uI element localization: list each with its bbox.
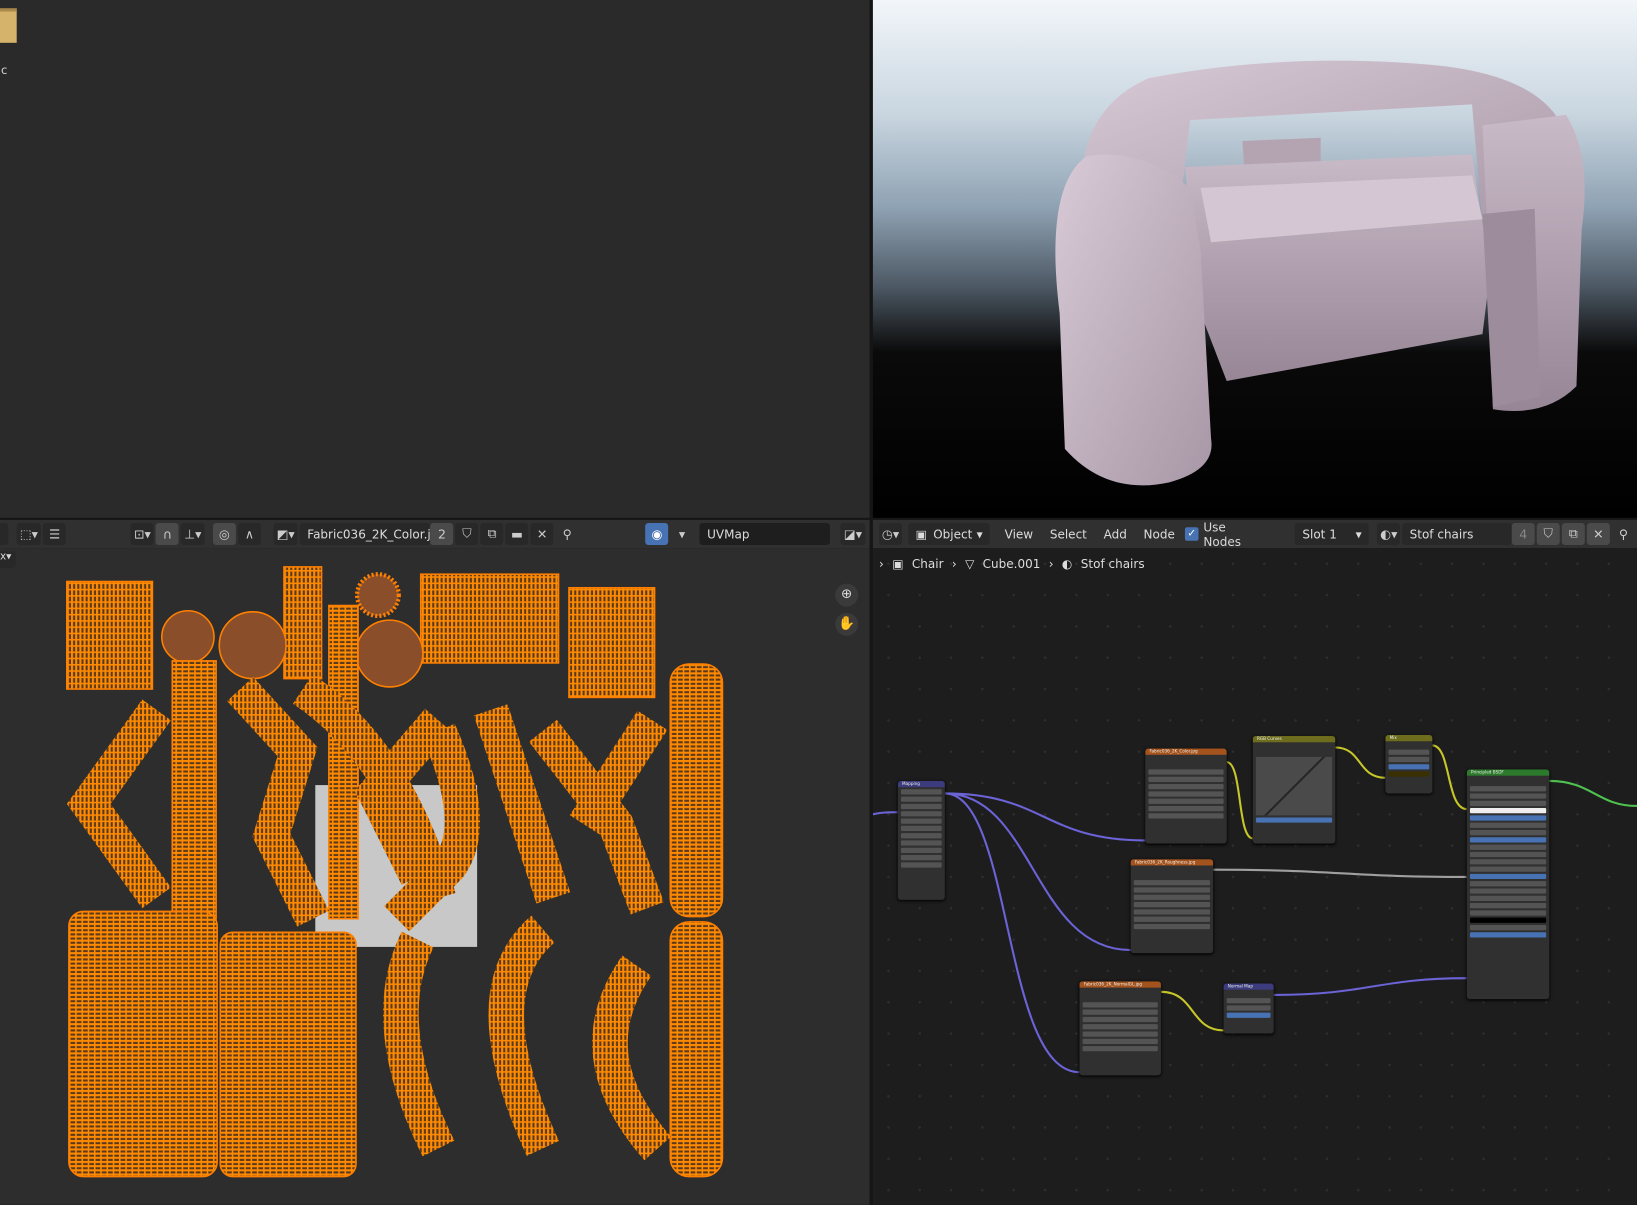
menu-add[interactable]: Add: [1095, 527, 1135, 542]
material-browse-button[interactable]: ◐▾: [1377, 523, 1401, 545]
display-mode-button[interactable]: ◪▾: [840, 523, 866, 545]
3d-viewport[interactable]: [872, 0, 1637, 518]
file-browser-area: c: [0, 0, 870, 518]
pivot-button[interactable]: ⊡▾: [130, 523, 154, 545]
node-normal-texture[interactable]: Fabric036_2K_NormalGL.jpg: [1079, 981, 1161, 1076]
fake-user-icon[interactable]: ⛉: [1536, 523, 1560, 545]
object-mode-dropdown[interactable]: ▣ Object ▾: [908, 523, 991, 545]
use-nodes-checkbox[interactable]: ✓: [1185, 527, 1199, 541]
image-name-field[interactable]: Fabric036_2K_Color.jpg: [299, 523, 446, 545]
open-folder-icon[interactable]: ▬: [505, 523, 529, 545]
uv-editor-canvas[interactable]: x▾ ⊕ ✋: [0, 548, 870, 1205]
object-icon: ▣: [915, 526, 927, 542]
use-nodes-label[interactable]: Use Nodes: [1203, 519, 1263, 548]
folder-icon[interactable]: [0, 8, 17, 43]
uv-sync-icon[interactable]: ◉: [645, 523, 669, 545]
close-icon[interactable]: ✕: [530, 523, 554, 545]
slot-dropdown[interactable]: Slot 1 ▾: [1295, 523, 1369, 545]
material-name-field[interactable]: Stof chairs: [1402, 523, 1512, 545]
new-image-icon[interactable]: ⧉: [480, 523, 504, 545]
node-normal-map[interactable]: Normal Map: [1223, 983, 1274, 1034]
menu-icon[interactable]: ☰: [43, 523, 67, 545]
uv-map-field[interactable]: UVMap: [699, 523, 831, 545]
hand-pan-icon[interactable]: ✋: [835, 612, 859, 636]
proportional-edit-icon[interactable]: ◎: [212, 523, 236, 545]
menu-select[interactable]: Select: [1041, 527, 1095, 542]
snap-target-button[interactable]: ⊥▾: [181, 523, 205, 545]
select-mode-button[interactable]: ⬚▾: [16, 523, 42, 545]
close-icon[interactable]: ✕: [1586, 523, 1610, 545]
node-editor-canvas[interactable]: › ▣ Chair › ▽ Cube.001 › ◐ Stof chairs Mapp…: [872, 548, 1637, 1205]
node-mix[interactable]: Mix: [1385, 734, 1433, 794]
file-label: c: [1, 63, 8, 78]
pin-icon[interactable]: ⚲: [556, 523, 579, 545]
pin-icon[interactable]: ⚲: [1612, 523, 1635, 545]
material-users-count[interactable]: 4: [1511, 523, 1535, 545]
duplicate-icon[interactable]: ⧉: [1561, 523, 1585, 545]
image-browse-button[interactable]: ◩▾: [273, 523, 298, 545]
area-divider-vertical[interactable]: [869, 0, 873, 1205]
node-rgb-curves[interactable]: RGB Curves: [1252, 736, 1336, 844]
node-roughness-texture[interactable]: Fabric036_2K_Roughness.jpg: [1130, 859, 1214, 954]
node-mapping[interactable]: Mapping: [897, 780, 945, 900]
editor-type-button[interactable]: ◷▾: [879, 523, 903, 545]
image-users-count[interactable]: 2: [430, 523, 454, 545]
node-principled-bsdf[interactable]: Principled BSDF: [1466, 769, 1550, 1000]
node-color-texture[interactable]: Fabric036_2K_Color.jpg: [1145, 748, 1227, 844]
uv-editor-header: ▮ ⬚▾ ☰ ⊡▾ ∩ ⊥▾ ◎ ∧ ◩▾ Fabric036_2K_Color…: [0, 519, 870, 549]
menu-node[interactable]: Node: [1135, 527, 1183, 542]
falloff-icon[interactable]: ∧: [237, 523, 261, 545]
chair-render: [1055, 60, 1585, 486]
chevron-down-icon[interactable]: ▾: [671, 523, 694, 545]
editor-type-button[interactable]: ▮: [0, 523, 9, 545]
uv-islands: [66, 566, 724, 1178]
fake-user-icon[interactable]: ⛉: [455, 523, 479, 545]
zoom-icon[interactable]: ⊕: [835, 583, 859, 607]
node-editor-header: ◷▾ ▣ Object ▾ View Select Add Node ✓ Use N…: [872, 519, 1637, 549]
snap-icon[interactable]: ∩: [156, 523, 179, 545]
menu-view[interactable]: View: [996, 527, 1041, 542]
